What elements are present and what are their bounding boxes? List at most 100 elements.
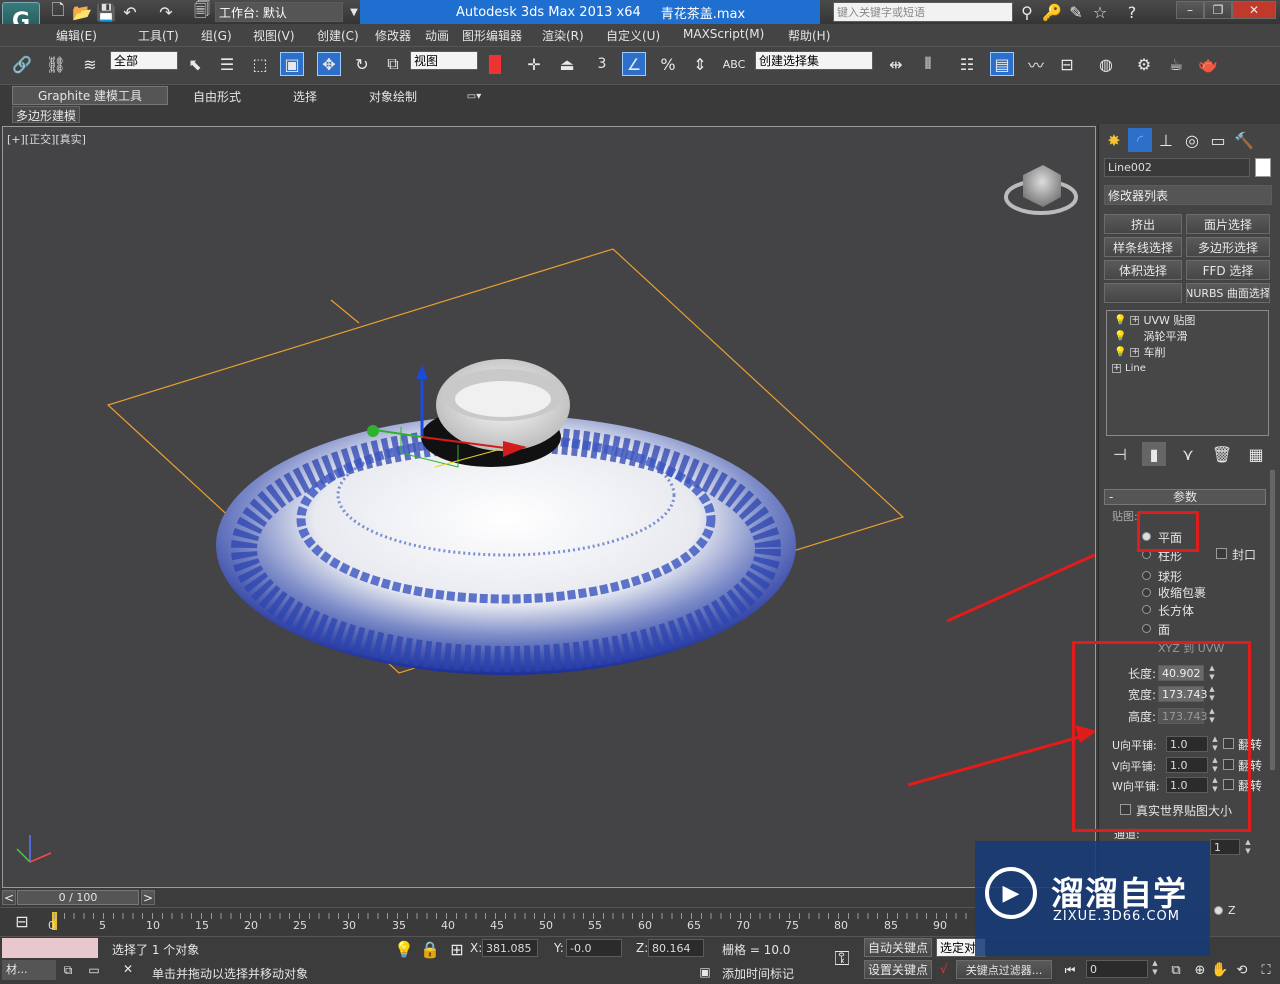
selection-lock-icon[interactable]: 🔒: [418, 937, 442, 961]
menu-create[interactable]: 创建(C): [317, 27, 375, 44]
gizmo-y-handle[interactable]: [367, 425, 379, 437]
selection-filter-dropdown[interactable]: 全部: [110, 51, 178, 70]
keyboard-shortcut-override-icon[interactable]: ⏏: [555, 52, 579, 76]
undo-icon[interactable]: ↶: [118, 0, 142, 24]
snaps-toggle-icon[interactable]: 3: [590, 52, 614, 76]
menu-customize[interactable]: 自定义(U): [606, 27, 683, 44]
menu-group[interactable]: 组(G): [201, 27, 253, 44]
render-production-icon[interactable]: 🫖: [1196, 52, 1220, 76]
gizmo-z-arrow[interactable]: [416, 365, 428, 379]
taskbar-item-material[interactable]: 材...: [2, 960, 56, 980]
ref-coord-dropdown[interactable]: 视图: [410, 51, 478, 70]
set-key-icon[interactable]: ⚿: [830, 946, 854, 970]
communication-icon[interactable]: ✎: [1064, 0, 1088, 24]
help-search-input[interactable]: 键入关键字或短语: [833, 2, 1013, 22]
stack-item-line[interactable]: + Line: [1108, 360, 1267, 376]
configure-sets-icon[interactable]: ▦: [1244, 442, 1268, 466]
restore-button[interactable]: ❐: [1204, 1, 1232, 19]
lightbulb-icon[interactable]: 💡: [1114, 347, 1126, 358]
menu-graph-editors[interactable]: 图形编辑器: [462, 27, 542, 44]
new-file-icon[interactable]: 🗋: [46, 0, 70, 24]
select-by-name-icon[interactable]: ☰: [215, 52, 239, 76]
absolute-mode-icon[interactable]: ⊞: [445, 937, 469, 961]
expand-plus-icon[interactable]: +: [1130, 315, 1140, 325]
show-end-result-icon[interactable]: ▮: [1142, 442, 1166, 466]
select-and-move-icon[interactable]: ✥: [317, 52, 341, 76]
goto-start-icon[interactable]: ⏮: [1058, 958, 1082, 982]
menu-rendering[interactable]: 渲染(R): [542, 27, 606, 44]
ffd-select-button[interactable]: FFD 选择: [1186, 260, 1270, 280]
lightbulb-icon[interactable]: 💡: [1114, 315, 1126, 326]
time-config-icon[interactable]: ⧉: [1164, 958, 1188, 982]
panel-scrollbar[interactable]: [1270, 470, 1275, 770]
stack-item-turbosmooth[interactable]: 💡 涡轮平滑: [1108, 328, 1267, 344]
modifier-list-dropdown[interactable]: 修改器列表: [1104, 185, 1272, 205]
empty-modifier-button[interactable]: [1104, 283, 1182, 303]
taskbar-restore-icon[interactable]: ⧉: [56, 958, 80, 982]
schematic-view-icon[interactable]: ⊟: [1055, 52, 1079, 76]
isolate-selection-icon[interactable]: 💡: [392, 937, 416, 961]
ribbon-tab-object-paint[interactable]: 对象绘制: [369, 88, 417, 105]
manipulate-icon[interactable]: ✛: [522, 52, 546, 76]
utilities-tab-icon[interactable]: 🔨: [1232, 128, 1256, 152]
nurbs-surface-select-button[interactable]: NURBS 曲面选择: [1186, 283, 1270, 303]
add-time-tag-label[interactable]: 添加时间标记: [722, 965, 794, 982]
ribbon-tab-selection[interactable]: 选择: [293, 88, 317, 105]
shrinkwrap-radio[interactable]: [1142, 588, 1151, 597]
extrude-button[interactable]: 挤出: [1104, 214, 1182, 234]
rect-selection-icon[interactable]: ⬚: [248, 52, 272, 76]
channel-field[interactable]: 1: [1210, 839, 1240, 855]
set-key-button[interactable]: 设置关键点: [864, 960, 932, 979]
cap-checkbox[interactable]: [1216, 548, 1227, 559]
select-and-rotate-icon[interactable]: ↻: [350, 52, 374, 76]
graphite-toggle-icon[interactable]: ▤: [990, 52, 1014, 76]
motion-tab-icon[interactable]: ◎: [1180, 128, 1204, 152]
y-coord-field[interactable]: -0.0: [566, 939, 622, 957]
time-slider[interactable]: 0 / 100: [17, 890, 139, 905]
select-and-scale-icon[interactable]: ⧉: [381, 52, 405, 76]
remove-modifier-icon[interactable]: 🗑: [1210, 442, 1234, 466]
minimize-button[interactable]: –: [1176, 1, 1204, 19]
open-file-icon[interactable]: 📂: [70, 0, 94, 24]
close-button[interactable]: ✕: [1232, 1, 1276, 19]
object-name-field[interactable]: Line002: [1104, 158, 1250, 177]
viewport[interactable]: [+][正交][真实]: [2, 126, 1096, 888]
render-setup-icon[interactable]: ⚙: [1132, 52, 1156, 76]
material-editor-icon[interactable]: ◍: [1094, 52, 1118, 76]
help-icon[interactable]: ?: [1120, 0, 1144, 24]
layer-manager-icon[interactable]: ☷: [955, 52, 979, 76]
box-radio[interactable]: [1142, 605, 1151, 614]
z-coord-field[interactable]: 80.164: [648, 939, 704, 957]
taskbar-maximize-icon[interactable]: ▭: [82, 958, 106, 982]
menu-maxscript[interactable]: MAXScript(M): [683, 27, 788, 44]
menu-modifiers[interactable]: 修改器: [375, 27, 425, 44]
patch-select-button[interactable]: 面片选择: [1186, 214, 1270, 234]
spline-select-button[interactable]: 样条线选择: [1104, 237, 1182, 257]
lightbulb-icon[interactable]: 💡: [1114, 331, 1126, 342]
mirror-icon[interactable]: ⇹: [884, 52, 908, 76]
current-time-field[interactable]: 0: [1086, 960, 1148, 978]
menu-views[interactable]: 视图(V): [253, 27, 317, 44]
percent-snap-icon[interactable]: %: [656, 52, 680, 76]
polygon-modeling-panel[interactable]: 多边形建模: [12, 106, 80, 123]
redo-icon[interactable]: ↷: [154, 0, 178, 24]
spherical-radio[interactable]: [1142, 571, 1151, 580]
expand-plus-icon[interactable]: +: [1112, 363, 1121, 373]
project-folder-icon[interactable]: 🗐: [190, 0, 214, 24]
named-selection-dropdown[interactable]: 创建选择集: [755, 51, 873, 70]
binoculars-icon[interactable]: ⚲: [1015, 0, 1039, 24]
modify-tab-icon[interactable]: ◜: [1128, 128, 1152, 152]
make-unique-icon[interactable]: ⋎: [1176, 442, 1200, 466]
curve-editor-icon[interactable]: 〰: [1024, 52, 1048, 76]
x-coord-field[interactable]: 381.085: [482, 939, 538, 957]
face-radio[interactable]: [1142, 624, 1151, 633]
pan-view-icon[interactable]: ✋: [1208, 958, 1232, 982]
subscription-icon[interactable]: 🔑: [1040, 0, 1064, 24]
orbit-icon[interactable]: ⟲: [1230, 958, 1254, 982]
auto-key-button[interactable]: 自动关键点: [864, 938, 932, 957]
pivot-center-icon[interactable]: ▐▌: [483, 52, 508, 76]
display-tab-icon[interactable]: ▭: [1206, 128, 1230, 152]
menu-edit[interactable]: 编辑(E): [56, 27, 138, 44]
channel-spinner-icon[interactable]: ▲ ▼: [1243, 838, 1253, 858]
maximize-viewport-icon[interactable]: ⛶: [1254, 958, 1278, 982]
